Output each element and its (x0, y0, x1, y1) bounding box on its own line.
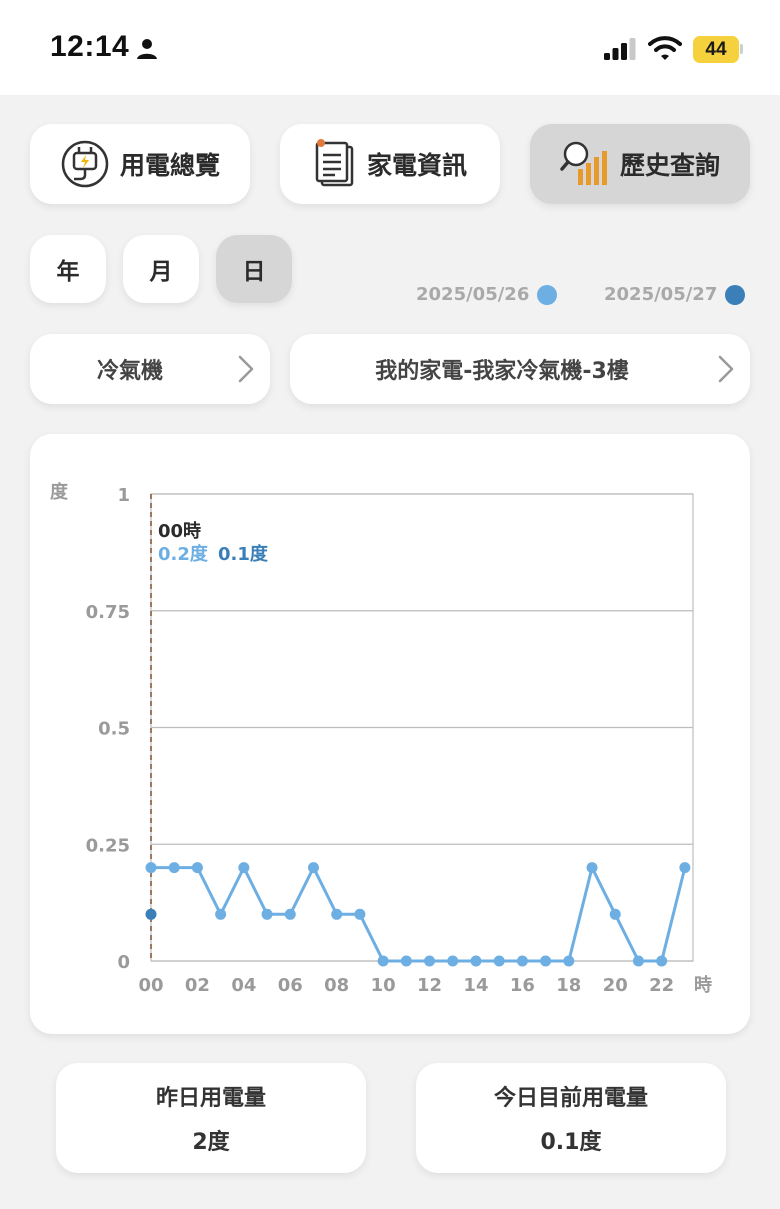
cursor-value-current: 0.1度 (218, 543, 269, 565)
battery-indicator: 44 (693, 36, 739, 63)
period-year-button[interactable]: 年 (30, 235, 106, 303)
data-point (632, 955, 644, 967)
data-point (563, 955, 575, 967)
cursor-hour-label: 00時 (158, 521, 201, 542)
x-tick-label: 20 (603, 975, 628, 996)
data-point (215, 908, 227, 920)
usage-chart-card: 0 0.25 0.5 0.75 1 度 00 02 04 06 08 10 12 14 16 18 20 22 時 0… (30, 434, 750, 1034)
device-value: 我的家電-我家冷氣機-3樓 (375, 359, 629, 384)
x-tick-label: 16 (510, 975, 535, 996)
data-point (470, 955, 482, 967)
data-point (145, 908, 157, 920)
document-icon (315, 139, 354, 187)
x-tick-label: 22 (649, 975, 674, 996)
y-tick-label: 0.75 (86, 602, 130, 623)
data-point (261, 908, 273, 920)
stat-value: 2度 (192, 1130, 230, 1155)
x-tick-label: 12 (417, 975, 442, 996)
y-tick-label: 1 (117, 485, 130, 506)
x-tick-label: 06 (278, 975, 303, 996)
data-point (354, 908, 366, 920)
legend-dot (537, 284, 558, 305)
legend-item-current: 2025/05/27 (604, 284, 746, 305)
stat-value: 0.1度 (540, 1130, 602, 1155)
x-tick-label: 18 (556, 975, 581, 996)
clock: 12:14 (50, 30, 130, 63)
chevron-right-icon (718, 355, 734, 383)
data-point (307, 862, 319, 874)
data-point (331, 908, 343, 920)
wifi-icon (648, 36, 682, 60)
legend-item-previous: 2025/05/26 (416, 284, 558, 305)
tab-appliance-info[interactable]: 家電資訊 (280, 124, 500, 204)
data-point (424, 955, 436, 967)
legend-dot (725, 284, 746, 305)
x-tick-label: 14 (463, 975, 488, 996)
x-tick-label: 02 (185, 975, 210, 996)
today-usage-card: 今日目前用電量 0.1度 (416, 1063, 726, 1173)
data-point (377, 955, 389, 967)
x-unit-label: 時 (694, 975, 712, 996)
y-tick-label: 0 (117, 952, 130, 973)
data-point (609, 908, 621, 920)
data-point (493, 955, 505, 967)
tab-power-overview[interactable]: 用電總覽 (30, 124, 250, 204)
plug-icon (61, 140, 109, 188)
data-point (540, 955, 552, 967)
tab-label: 歷史查詢 (619, 151, 720, 180)
category-value: 冷氣機 (96, 359, 163, 384)
x-tick-label: 10 (371, 975, 396, 996)
data-point (284, 908, 296, 920)
history-search-icon (560, 141, 607, 185)
legend-label: 2025/05/27 (604, 284, 718, 305)
data-point (516, 955, 528, 967)
yesterday-usage-card: 昨日用電量 2度 (56, 1063, 366, 1173)
period-day-button[interactable]: 日 (216, 235, 292, 303)
series-line (151, 866, 687, 963)
data-point (679, 862, 691, 874)
data-point (447, 955, 459, 967)
data-point (145, 862, 157, 874)
data-point (191, 862, 203, 874)
device-selector[interactable]: 我的家電-我家冷氣機-3樓 (290, 334, 750, 404)
data-point (586, 862, 598, 874)
category-selector[interactable]: 冷氣機 (30, 334, 270, 404)
stat-label: 今日目前用電量 (493, 1086, 648, 1111)
signal-icon (604, 38, 636, 60)
x-tick-label: 00 (138, 975, 163, 996)
status-bar: 12:14 44 (0, 0, 780, 95)
data-point (656, 955, 668, 967)
usage-line-chart[interactable]: 0 0.25 0.5 0.75 1 度 00 02 04 06 08 10 12 14 16 18 20 22 時 0… (30, 434, 750, 1034)
person-icon (137, 39, 157, 59)
legend-label: 2025/05/26 (416, 284, 530, 305)
battery-nub (740, 44, 743, 54)
x-tick-label: 04 (231, 975, 256, 996)
data-point (400, 955, 412, 967)
data-point (168, 862, 180, 874)
y-tick-label: 0.5 (98, 719, 130, 740)
chevron-right-icon (238, 355, 254, 383)
y-tick-label: 0.25 (86, 835, 130, 856)
tab-label: 用電總覽 (119, 151, 220, 180)
x-tick-label: 08 (324, 975, 349, 996)
data-point (238, 862, 250, 874)
cursor-value-previous: 0.2度 (158, 543, 209, 565)
tab-history-query[interactable]: 歷史查詢 (530, 124, 750, 204)
period-month-button[interactable]: 月 (123, 235, 199, 303)
stat-label: 昨日用電量 (155, 1086, 266, 1111)
y-unit-label: 度 (50, 481, 69, 503)
tab-label: 家電資訊 (366, 151, 467, 180)
